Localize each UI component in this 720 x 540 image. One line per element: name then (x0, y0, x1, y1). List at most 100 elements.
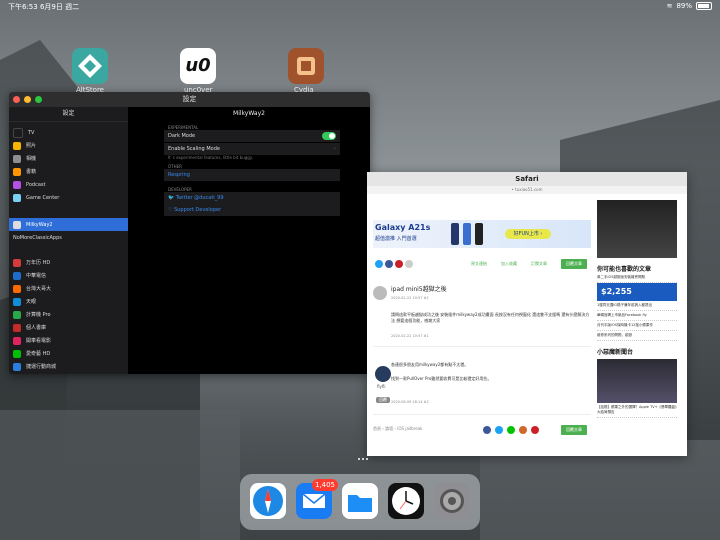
dark-mode-toggle[interactable] (322, 132, 336, 140)
respring-button[interactable]: Respring (164, 169, 340, 181)
reply-avatar (375, 366, 391, 382)
sidebar-item-app-2[interactable]: 中華電信 (9, 269, 128, 282)
facebook-share-icon[interactable] (385, 260, 393, 268)
reply-body-1: 各連很多朋友用milkyway2都有點不太穩。 (391, 362, 469, 367)
tv-icon (13, 127, 23, 138)
reply-post-footer-button[interactable]: 回覆文章 (561, 425, 587, 435)
battery-icon (696, 2, 712, 10)
forum-content: Galaxy A21s 超值激推 入門首選 好FUN上市 › 原文連結 加入收藏… (373, 194, 591, 456)
video-app-icon (13, 349, 21, 358)
safari-window[interactable]: Safari • tuxiao51.com Galaxy A21s 超值激推 入… (367, 172, 687, 456)
source-link-button[interactable]: 原文連結 (471, 261, 487, 267)
recommended-header: 你可能也喜歡的文章 (597, 266, 652, 273)
sidebar-item-podcast[interactable]: Podcast (9, 178, 128, 191)
reply-body-2: 找到一款PullOver Pro雖然要收費可是比較穩定好用些。 (391, 376, 492, 381)
phone-image (463, 223, 471, 245)
ad-banner[interactable]: Galaxy A21s 超值激推 入門首選 好FUN上市 › (373, 220, 591, 248)
phone-image (475, 223, 483, 245)
support-developer-link[interactable]: ♡ Support Developer (164, 204, 340, 216)
sidebar-item-app-6[interactable]: 個人書庫 (9, 321, 128, 334)
reply-post-button[interactable]: 回覆文章 (561, 259, 587, 269)
zoom-window-button[interactable] (35, 96, 42, 103)
news-image[interactable] (597, 359, 677, 403)
favorite-button[interactable]: 加入收藏 (501, 261, 517, 267)
mail-icon[interactable]: 1,405 (296, 479, 338, 519)
camera-icon (13, 154, 21, 163)
settings-sidebar-header: 設定 (9, 107, 128, 122)
calendar-app-icon (13, 258, 21, 267)
news-caption[interactable]: 【話題】蘋果之外的選擇？Apple TV+《翡翠羅盤》大結局預告 (597, 403, 677, 418)
pinterest-share-icon[interactable] (531, 426, 539, 434)
cydia-app-icon[interactable] (288, 48, 324, 84)
divider (373, 414, 591, 415)
sidebar-item-milkyway2[interactable]: MilkyWay2 (9, 218, 128, 231)
twitter-link[interactable]: 🐦 Twitter @ducati_99 (164, 192, 340, 204)
line-share-icon[interactable] (507, 426, 515, 434)
calculator-app-icon (13, 310, 21, 319)
settings-detail-pane: MilkyWay2 EXPERIMENTAL Dark Mode Enable … (128, 107, 370, 374)
twitter-share-icon[interactable] (495, 426, 503, 434)
pinterest-share-icon[interactable] (395, 260, 403, 268)
breadcrumb[interactable]: 首頁 › 論壇 › iOS jailbreak (373, 426, 422, 432)
battery-percent: 89% (676, 2, 692, 10)
reply-username: flyfli (377, 384, 386, 389)
link-share-icon[interactable] (405, 260, 413, 268)
scaling-mode-row[interactable]: Enable Scaling Mode › (164, 143, 340, 155)
settings-icon[interactable] (434, 483, 470, 519)
minimize-window-button[interactable] (24, 96, 31, 103)
sidebar-item-app-5[interactable]: 計算機 Pro (9, 308, 128, 321)
plurk-share-icon[interactable] (519, 426, 527, 434)
price-banner[interactable]: $2,255 (597, 283, 677, 301)
sidebar-item-app-4[interactable]: 天眼 (9, 295, 128, 308)
weather-app-icon (13, 297, 21, 306)
safari-window-title: Safari (367, 172, 687, 186)
settings-window[interactable]: 設定 設定 TV 照片 相機 書籍 Podcast Game Center Mi… (9, 92, 370, 374)
post-avatar (373, 286, 387, 300)
sidebar-item-tv[interactable]: TV (9, 126, 128, 139)
detail-title: MilkyWay2 (233, 110, 265, 117)
sidebar-item-game-center[interactable]: Game Center (9, 191, 128, 204)
sidebar-item-camera[interactable]: 相機 (9, 152, 128, 165)
settings-window-title: 設定 (182, 95, 197, 103)
car-ad-image[interactable] (597, 200, 677, 258)
divider (373, 346, 591, 347)
sidebar-item-app-8[interactable]: 愛奇藝 HD (9, 347, 128, 360)
sidebar-item-photos[interactable]: 照片 (9, 139, 128, 152)
sidebar-item-app-9[interactable]: 捷運行動商城 (9, 360, 128, 373)
photos-icon (13, 141, 21, 150)
sidebar-item-nomoreclassicapps[interactable]: NoMoreClassicApps (9, 231, 128, 244)
safari-icon[interactable] (250, 483, 286, 519)
twitter-share-icon[interactable] (375, 260, 383, 268)
safari-url-bar[interactable]: • tuxiao51.com (367, 186, 687, 194)
recommended-link-3[interactable]: 華碩官網上市新品Facebook fly (597, 311, 677, 321)
status-right: ≋ 89% (667, 2, 712, 10)
mail-badge: 1,405 (311, 479, 338, 491)
status-bar: 下午6:53 6月9日 週二 ≋ 89% (0, 0, 720, 14)
recommended-link-5[interactable]: 維修系列的問題，越獄 (597, 331, 677, 341)
files-icon[interactable] (342, 483, 378, 519)
recommended-link-2[interactable]: 1樓同天擺IG橫子兼年前搞入都提出 (597, 301, 677, 311)
ad-tagline: 超值激推 入門首選 (375, 236, 417, 242)
carrier-app-icon (13, 271, 21, 280)
sidebar-item-app-1[interactable]: 万年历 HD (9, 256, 128, 269)
recommended-link-4[interactable]: 月刊平版iOS保時機卡12搖小蘋果作 (597, 321, 677, 331)
altstore-app-icon[interactable] (72, 48, 108, 84)
status-time: 下午6:53 6月9日 週二 (8, 3, 80, 11)
recommended-link-1[interactable]: 萬二手iOS越獄版安裝機會問題 (597, 273, 677, 283)
unc0ver-app-icon[interactable]: u0 (180, 48, 216, 84)
ad-cta-button[interactable]: 好FUN上市 › (505, 229, 551, 239)
sidebar-item-books[interactable]: 書籍 (9, 165, 128, 178)
post-meta: 2020-02-22 10:57 #1 (391, 296, 429, 300)
metro-app-icon (13, 362, 21, 371)
twitter-icon: 🐦 (168, 195, 176, 201)
subscribe-button[interactable]: 訂閱文章 (531, 261, 547, 267)
settings-titlebar[interactable]: 設定 (9, 92, 370, 107)
settings-sidebar[interactable]: 設定 TV 照片 相機 書籍 Podcast Game Center Milky… (9, 107, 128, 374)
dark-mode-row: Dark Mode (164, 130, 340, 142)
sidebar-item-app-3[interactable]: 台灣大哥大 (9, 282, 128, 295)
post-body: 請問這款平板越獄成功之後 安裝插件milkyway2成功畫面 長按沒有任何視窗化… (391, 312, 590, 323)
close-window-button[interactable] (13, 96, 20, 103)
facebook-share-icon[interactable] (483, 426, 491, 434)
sidebar-item-app-7[interactable]: 開車看電影 (9, 334, 128, 347)
clock-icon[interactable] (388, 483, 424, 519)
